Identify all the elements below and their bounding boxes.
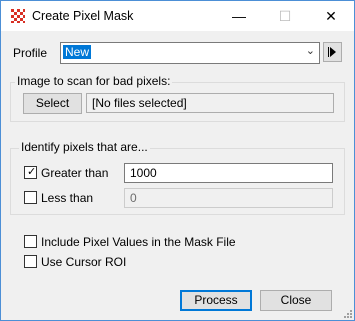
profile-value: New bbox=[63, 45, 92, 59]
profile-dropdown[interactable]: New ⌄ bbox=[60, 42, 320, 64]
greater-than-label: Greater than bbox=[41, 166, 109, 180]
next-profile-button[interactable] bbox=[323, 42, 342, 62]
greater-than-checkbox[interactable]: ✓ bbox=[24, 166, 37, 179]
less-than-checkbox[interactable] bbox=[24, 191, 37, 204]
selected-files-field: [No files selected] bbox=[86, 93, 334, 113]
scan-group-title: Image to scan for bad pixels: bbox=[15, 74, 173, 88]
use-cursor-roi-label: Use Cursor ROI bbox=[41, 255, 127, 269]
maximize-button[interactable]: ☐ bbox=[262, 1, 308, 31]
identify-group-title: Identify pixels that are... bbox=[19, 140, 150, 154]
minimize-button[interactable]: — bbox=[216, 1, 262, 31]
title-bar: Create Pixel Mask — ☐ ✕ bbox=[1, 1, 354, 31]
chevron-down-icon[interactable]: ⌄ bbox=[306, 44, 315, 57]
less-than-input[interactable]: 0 bbox=[124, 188, 333, 208]
less-than-label: Less than bbox=[41, 191, 94, 205]
checkmark-icon: ✓ bbox=[27, 166, 37, 178]
include-pixel-values-label: Include Pixel Values in the Mask File bbox=[41, 235, 236, 249]
select-button[interactable]: Select bbox=[23, 93, 82, 114]
use-cursor-roi-checkbox[interactable] bbox=[24, 255, 37, 268]
bar-icon bbox=[328, 47, 329, 57]
close-button[interactable]: Close bbox=[260, 290, 332, 311]
greater-than-input[interactable]: 1000 bbox=[124, 163, 333, 183]
create-pixel-mask-dialog: Create Pixel Mask — ☐ ✕ Profile New ⌄ Im… bbox=[0, 0, 355, 321]
include-pixel-values-checkbox[interactable] bbox=[24, 235, 37, 248]
resize-grip-icon[interactable] bbox=[342, 308, 352, 318]
play-icon bbox=[330, 47, 336, 57]
process-button[interactable]: Process bbox=[180, 290, 252, 311]
profile-label: Profile bbox=[13, 46, 48, 60]
app-icon bbox=[11, 9, 25, 23]
close-window-button[interactable]: ✕ bbox=[308, 1, 354, 31]
window-title: Create Pixel Mask bbox=[32, 9, 134, 23]
